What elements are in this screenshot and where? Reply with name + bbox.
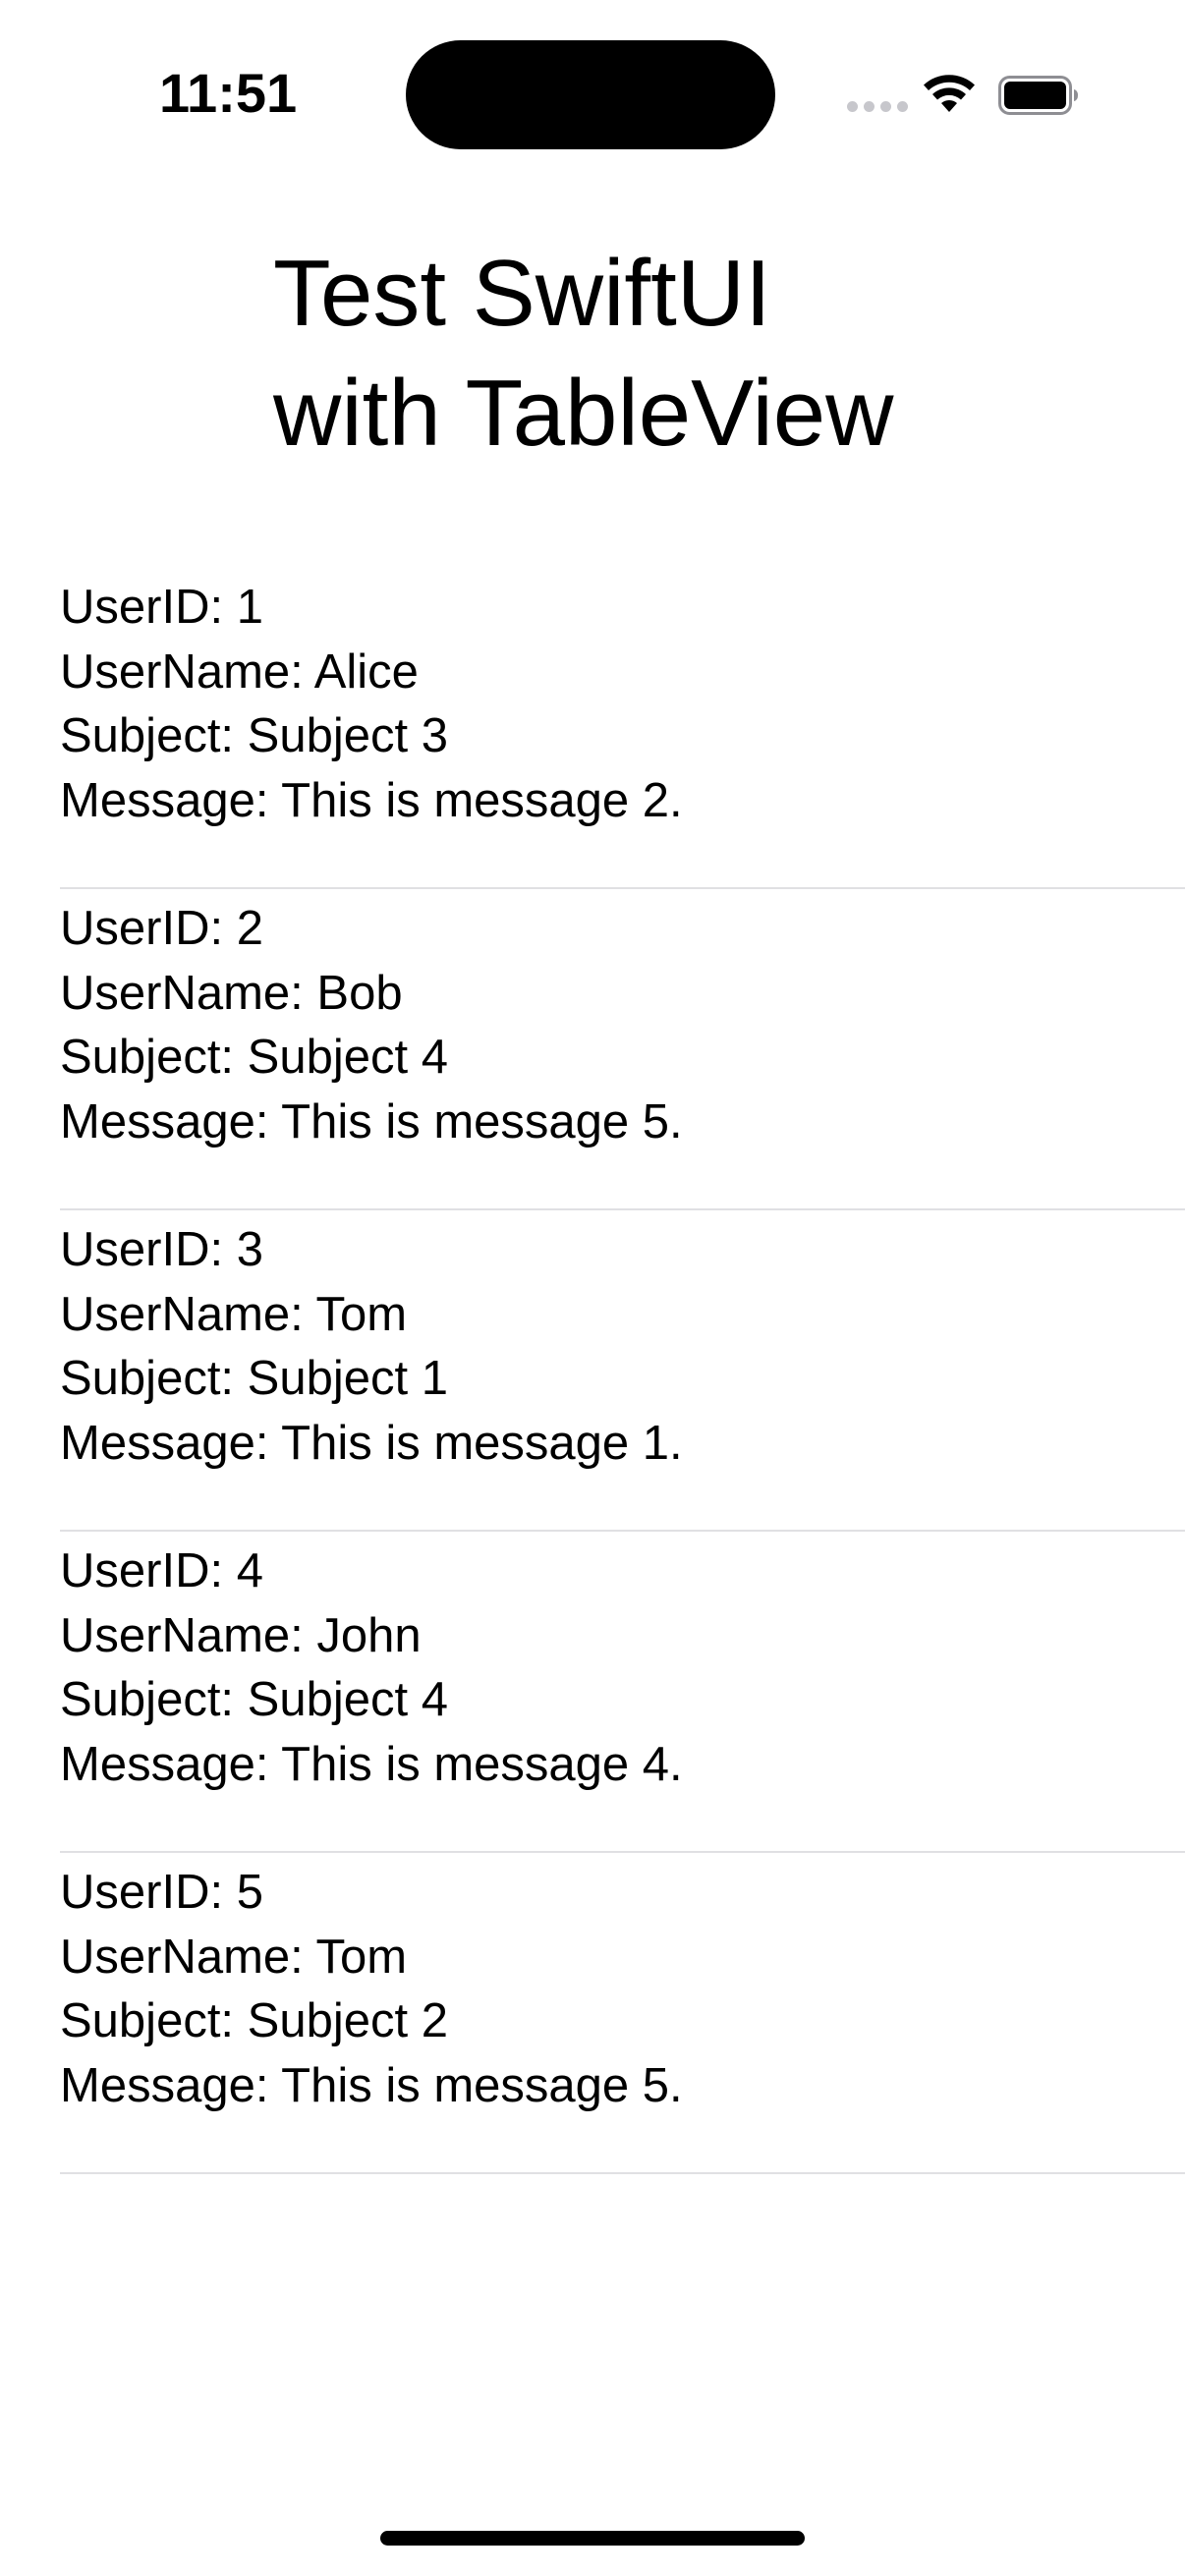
user-name-label: UserName: <box>60 1287 316 1341</box>
user-id-value: 2 <box>236 902 263 955</box>
subject-text: Subject: Subject 4 <box>60 1668 683 1733</box>
user-name-text: UserName: Tom <box>60 1926 683 1990</box>
user-name-label: UserName: <box>60 1930 316 1984</box>
subject-value: Subject 2 <box>247 1994 448 2047</box>
message-value: This is message 5. <box>281 1094 683 1148</box>
message-label: Message: <box>60 2058 282 2112</box>
user-name-value: Tom <box>315 1287 408 1341</box>
message-value: This is message 5. <box>281 2058 683 2112</box>
user-id-text: UserID: 4 <box>60 1540 683 1604</box>
cellular-signal-icon <box>847 101 908 112</box>
row-content: UserID: 3 UserName: Tom Subject: Subject 1… <box>60 1218 683 1476</box>
user-id-text: UserID: 3 <box>60 1218 683 1283</box>
user-id-text: UserID: 1 <box>60 576 683 641</box>
home-indicator[interactable] <box>380 2531 805 2546</box>
user-name-text: UserName: John <box>60 1604 683 1669</box>
user-id-label: UserID: <box>60 1544 237 1597</box>
subject-label: Subject: <box>60 1673 248 1726</box>
table-row[interactable]: UserID: 4 UserName: John Subject: Subject … <box>0 1532 1185 1853</box>
row-divider <box>60 2172 1185 2174</box>
user-name-text: UserName: Alice <box>60 641 683 705</box>
subject-text: Subject: Subject 4 <box>60 1026 683 1091</box>
page-title: Test SwiftUI with TableView <box>273 241 894 466</box>
wifi-icon <box>924 75 975 112</box>
user-id-value: 1 <box>236 581 263 634</box>
user-id-value: 5 <box>236 1866 263 1919</box>
user-id-label: UserID: <box>60 902 237 955</box>
battery-icon <box>998 76 1078 115</box>
user-id-label: UserID: <box>60 581 237 634</box>
status-bar: 11:51 <box>0 0 1185 187</box>
table-row[interactable]: UserID: 2 UserName: Bob Subject: Subject 4… <box>0 889 1185 1210</box>
subject-label: Subject: <box>60 1031 248 1084</box>
table-row[interactable]: UserID: 5 UserName: Tom Subject: Subject 2… <box>0 1853 1185 2174</box>
subject-value: Subject 1 <box>247 1352 448 1405</box>
message-value: This is message 4. <box>281 1737 683 1791</box>
status-time: 11:51 <box>159 62 298 124</box>
row-content: UserID: 5 UserName: Tom Subject: Subject 2… <box>60 1861 683 2118</box>
message-value: This is message 1. <box>281 1416 683 1470</box>
subject-value: Subject 4 <box>247 1031 448 1084</box>
user-id-label: UserID: <box>60 1223 237 1276</box>
subject-text: Subject: Subject 3 <box>60 704 683 769</box>
user-name-text: UserName: Tom <box>60 1283 683 1348</box>
user-name-text: UserName: Bob <box>60 962 683 1027</box>
user-id-label: UserID: <box>60 1866 237 1919</box>
message-label: Message: <box>60 1737 282 1791</box>
user-id-text: UserID: 2 <box>60 897 683 962</box>
user-name-label: UserName: <box>60 1608 317 1662</box>
message-text: Message: This is message 5. <box>60 1091 683 1155</box>
subject-label: Subject: <box>60 1994 248 2047</box>
subject-label: Subject: <box>60 709 248 762</box>
user-name-label: UserName: <box>60 644 314 699</box>
message-label: Message: <box>60 1416 282 1470</box>
subject-text: Subject: Subject 1 <box>60 1347 683 1412</box>
user-id-text: UserID: 5 <box>60 1861 683 1926</box>
user-id-value: 3 <box>236 1223 263 1276</box>
user-name-value: John <box>316 1608 422 1662</box>
subject-text: Subject: Subject 2 <box>60 1989 683 2054</box>
subject-value: Subject 4 <box>247 1673 448 1726</box>
message-text: Message: This is message 5. <box>60 2054 683 2119</box>
user-name-value: Bob <box>316 966 403 1020</box>
message-label: Message: <box>60 773 282 827</box>
user-table: UserID: 1 UserName: Alice Subject: Subject… <box>0 568 1185 2174</box>
message-text: Message: This is message 1. <box>60 1412 683 1477</box>
message-text: Message: This is message 2. <box>60 769 683 834</box>
subject-value: Subject 3 <box>247 709 448 762</box>
table-row[interactable]: UserID: 3 UserName: Tom Subject: Subject 1… <box>0 1210 1185 1532</box>
message-label: Message: <box>60 1094 282 1148</box>
user-name-label: UserName: <box>60 966 317 1020</box>
subject-label: Subject: <box>60 1352 248 1405</box>
user-id-value: 4 <box>236 1544 263 1597</box>
message-value: This is message 2. <box>281 773 683 827</box>
message-text: Message: This is message 4. <box>60 1733 683 1798</box>
user-name-value: Tom <box>315 1930 408 1984</box>
dynamic-island <box>406 40 775 149</box>
user-name-value: Alice <box>313 644 419 699</box>
row-content: UserID: 4 UserName: John Subject: Subject … <box>60 1540 683 1797</box>
row-content: UserID: 2 UserName: Bob Subject: Subject 4… <box>60 897 683 1154</box>
row-content: UserID: 1 UserName: Alice Subject: Subject… <box>60 576 683 833</box>
table-row[interactable]: UserID: 1 UserName: Alice Subject: Subject… <box>0 568 1185 889</box>
